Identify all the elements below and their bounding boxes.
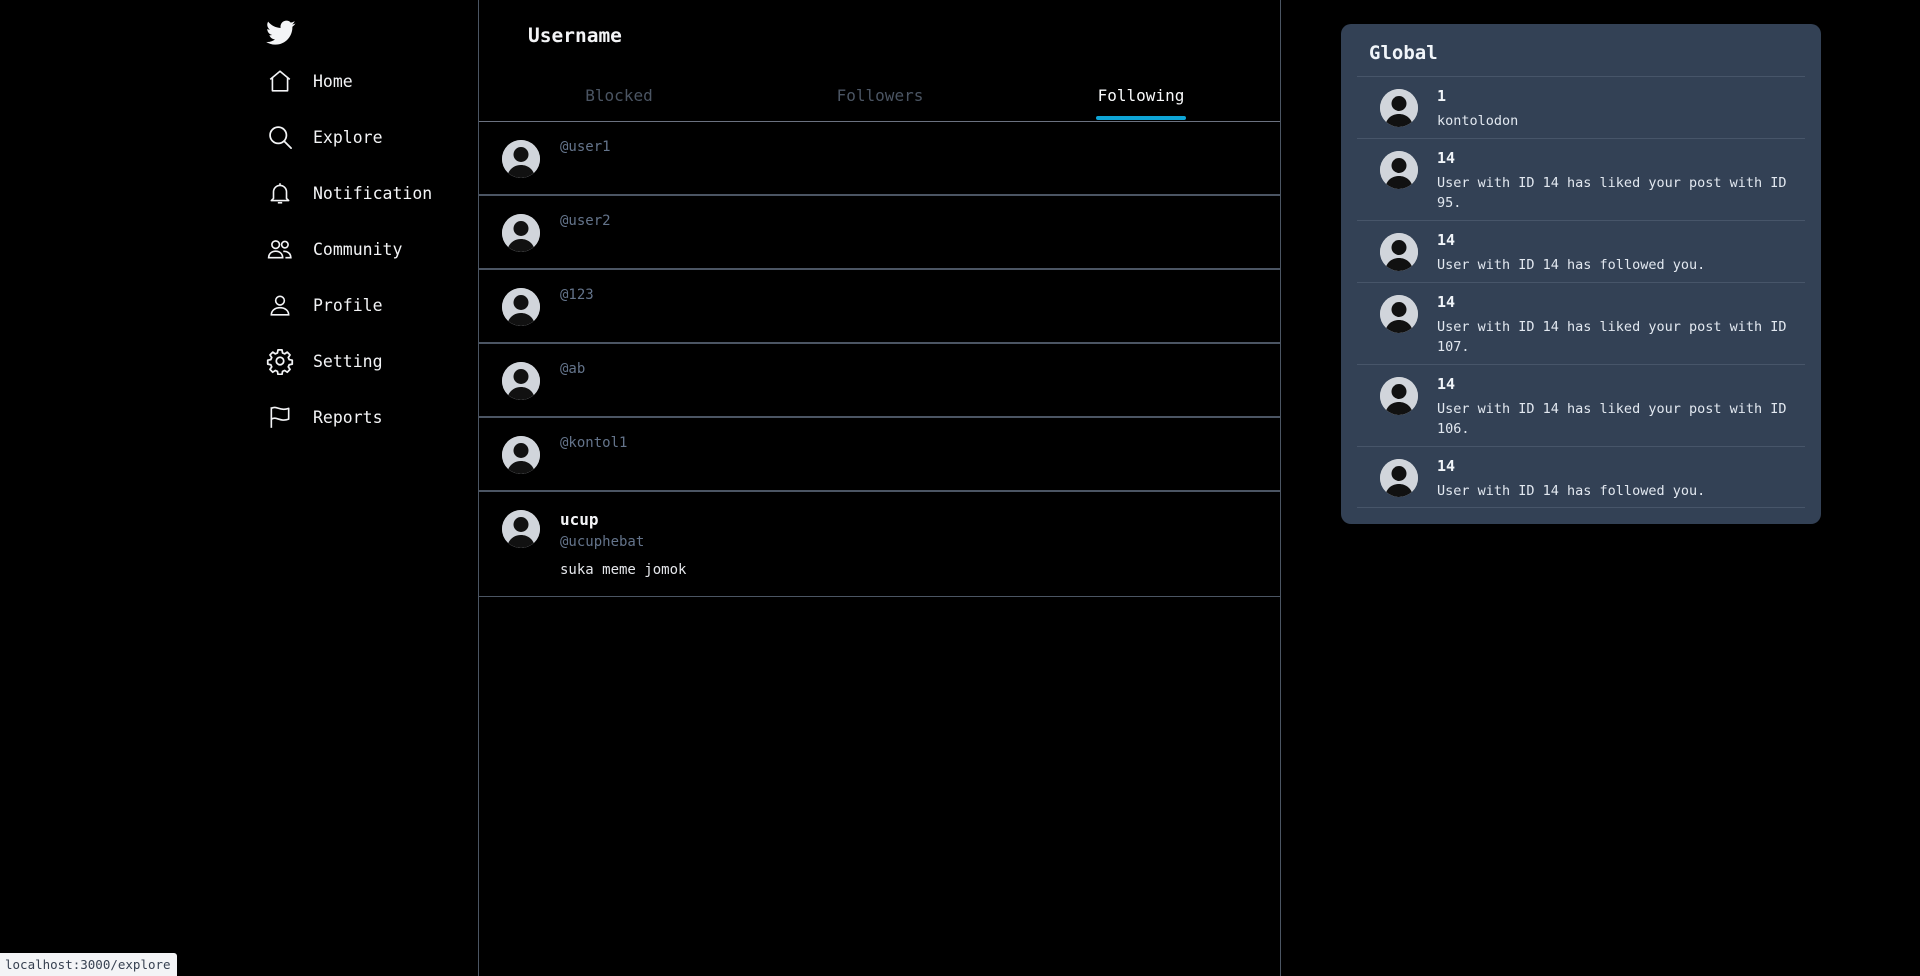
sidebar-item-home[interactable]: Home	[262, 61, 462, 101]
sidebar-item-label: Setting	[313, 351, 383, 371]
user-handle[interactable]: @user2	[560, 213, 611, 229]
sidebar-item-notification[interactable]: Notification	[262, 173, 462, 213]
sidebar-item-setting[interactable]: Setting	[262, 341, 462, 381]
avatar	[502, 214, 540, 252]
panel-divider	[1357, 507, 1805, 508]
tab-following[interactable]: Following	[1096, 84, 1186, 121]
sidebar-item-label: Profile	[313, 295, 383, 315]
user-handle[interactable]: @123	[560, 287, 594, 303]
notification-item[interactable]: 14 User with ID 14 has liked your post w…	[1357, 364, 1805, 446]
main-column: Username Blocked Followers Following @us…	[478, 0, 1281, 976]
avatar	[502, 140, 540, 178]
notification-title: 1	[1437, 87, 1447, 105]
sidebar: Home Explore Notification Community Prof…	[262, 0, 478, 976]
tab-blocked[interactable]: Blocked	[583, 84, 655, 121]
active-tab-indicator	[1096, 116, 1186, 120]
list-item[interactable]: @123	[479, 270, 1280, 344]
list-item[interactable]: @user2	[479, 196, 1280, 270]
gear-icon	[264, 345, 296, 377]
sidebar-item-community[interactable]: Community	[262, 229, 462, 269]
sidebar-item-label: Notification	[313, 183, 433, 203]
notification-item[interactable]: 1 kontolodon	[1357, 76, 1805, 138]
global-panel: Global 1 kontolodon 14 User with ID 14 h…	[1341, 24, 1821, 524]
notification-text: kontolodon	[1437, 113, 1519, 129]
sidebar-item-label: Home	[313, 71, 353, 91]
post-text: suka meme jomok	[560, 562, 687, 578]
notification-item[interactable]: 14 User with ID 14 has liked your post w…	[1357, 282, 1805, 364]
list-item[interactable]: @ab	[479, 344, 1280, 418]
notification-title: 14	[1437, 293, 1456, 311]
avatar	[502, 510, 540, 548]
twitter-logo-icon[interactable]	[266, 20, 298, 52]
bell-icon	[264, 177, 296, 209]
sidebar-item-profile[interactable]: Profile	[262, 285, 462, 325]
avatar	[1380, 295, 1418, 333]
sidebar-item-reports[interactable]: Reports	[262, 397, 462, 437]
notification-title: 14	[1437, 375, 1456, 393]
status-url: localhost:3000/explore	[0, 953, 177, 976]
avatar	[502, 362, 540, 400]
post-author-handle[interactable]: @ucuphebat	[560, 534, 644, 550]
notification-item[interactable]: 14 User with ID 14 has liked your post w…	[1357, 138, 1805, 220]
sidebar-item-explore[interactable]: Explore	[262, 117, 462, 157]
notification-text: User with ID 14 has liked your post with…	[1437, 319, 1787, 355]
notification-title: 14	[1437, 149, 1456, 167]
user-handle[interactable]: @kontol1	[560, 435, 627, 451]
notification-title: 14	[1437, 231, 1456, 249]
user-icon	[264, 289, 296, 321]
tab-bar: Blocked Followers Following	[479, 84, 1280, 122]
user-handle[interactable]: @ab	[560, 361, 585, 377]
user-handle[interactable]: @user1	[560, 139, 611, 155]
search-icon	[264, 121, 296, 153]
users-icon	[264, 233, 296, 265]
list-item[interactable]: @kontol1	[479, 418, 1280, 492]
avatar	[502, 288, 540, 326]
notification-text: User with ID 14 has liked your post with…	[1437, 175, 1787, 211]
avatar	[502, 436, 540, 474]
avatar	[1380, 459, 1418, 497]
page-title: Username	[528, 24, 622, 47]
tab-followers[interactable]: Followers	[835, 84, 925, 121]
avatar	[1380, 233, 1418, 271]
notification-text: User with ID 14 has followed you.	[1437, 257, 1706, 273]
sidebar-item-label: Reports	[313, 407, 383, 427]
list-item[interactable]: @user1	[479, 122, 1280, 196]
avatar	[1380, 377, 1418, 415]
post-author-name[interactable]: ucup	[560, 510, 599, 529]
sidebar-item-label: Community	[313, 239, 403, 259]
avatar	[1380, 89, 1418, 127]
sidebar-item-label: Explore	[313, 127, 383, 147]
panel-title: Global	[1369, 42, 1438, 64]
avatar	[1380, 151, 1418, 189]
notification-item[interactable]: 14 User with ID 14 has followed you.	[1357, 220, 1805, 282]
home-icon	[264, 65, 296, 97]
notification-text: User with ID 14 has followed you.	[1437, 483, 1706, 499]
notification-text: User with ID 14 has liked your post with…	[1437, 401, 1787, 437]
notification-title: 14	[1437, 457, 1456, 475]
post-item[interactable]: ucup @ucuphebat suka meme jomok	[479, 492, 1280, 597]
notification-item[interactable]: 14 User with ID 14 has followed you.	[1357, 446, 1805, 507]
flag-icon	[264, 401, 296, 433]
